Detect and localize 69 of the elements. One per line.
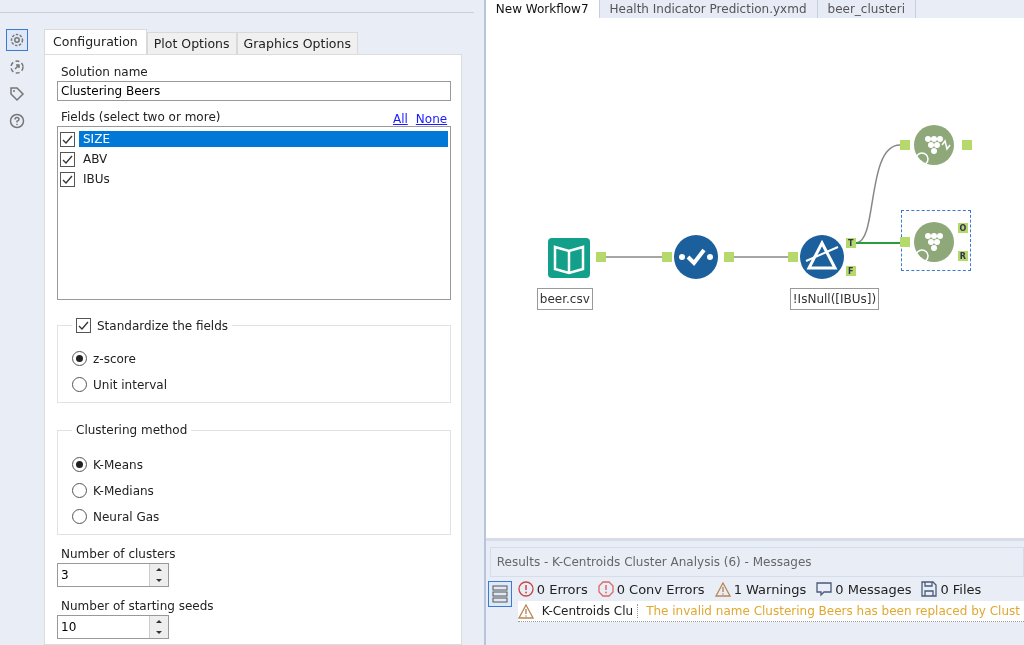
workflow-node[interactable]: T F xyxy=(788,225,859,286)
tab[interactable]: Configuration xyxy=(44,29,147,54)
solution-name-field[interactable]: Clustering Beers xyxy=(57,81,452,101)
checkbox[interactable] xyxy=(76,318,91,333)
warning-icon xyxy=(714,581,731,597)
number-spinner[interactable]: 3 xyxy=(57,563,169,587)
output-port[interactable]: T xyxy=(845,238,856,248)
help-icon xyxy=(9,113,25,129)
node-label: !IsNull([IBUs]) xyxy=(789,288,880,310)
checkbox-label: Standardize the fields xyxy=(97,318,229,333)
radio-button[interactable] xyxy=(72,509,87,524)
filter-label[interactable]: 0 Errors xyxy=(536,581,588,597)
checkbox[interactable] xyxy=(60,151,75,167)
field-label: Fields (select two or more) xyxy=(61,110,221,124)
radio-button[interactable] xyxy=(72,457,87,472)
link[interactable]: None xyxy=(415,112,448,126)
connector-line xyxy=(605,256,663,258)
field-label: Solution name xyxy=(61,65,149,79)
output-port[interactable]: R xyxy=(957,251,968,261)
tool-cell: K-Centroids Clu xyxy=(537,604,639,618)
radio-label: K-Means xyxy=(93,457,143,472)
input-port-icon[interactable] xyxy=(661,252,672,262)
settings-icon xyxy=(9,32,25,48)
link[interactable]: All xyxy=(392,112,408,126)
output-port[interactable]: F xyxy=(845,266,856,276)
error-icon xyxy=(597,581,614,597)
list-view-icon[interactable] xyxy=(487,581,512,607)
group-title: Clustering method xyxy=(76,423,188,437)
tag-icon xyxy=(9,86,25,102)
filter-label[interactable]: 0 Messages xyxy=(835,581,912,597)
filter-label[interactable]: 0 Files xyxy=(940,581,982,597)
tab[interactable]: Graphics Options xyxy=(236,32,358,54)
radio-button[interactable] xyxy=(72,351,87,366)
book-icon[interactable] xyxy=(546,235,591,279)
checkmark-circle-icon[interactable] xyxy=(673,235,718,279)
radio-button[interactable] xyxy=(72,483,87,498)
filter-label[interactable]: 1 Warnings xyxy=(733,581,807,597)
number-spinner[interactable]: 10 xyxy=(57,615,169,639)
workflow-tab[interactable]: New Workflow7 xyxy=(485,0,600,18)
input-port-icon[interactable] xyxy=(787,252,798,262)
input-port-icon[interactable] xyxy=(899,237,910,247)
list-item[interactable]: ABV xyxy=(79,151,449,167)
message-cell-text: The invalid name Clustering Beers has been replaced by Clust xyxy=(645,604,1021,618)
results-title: Results - K-Centroids Cluster Analysis (6) - Messages xyxy=(489,547,1024,577)
save-icon xyxy=(921,581,938,597)
warning-icon xyxy=(517,603,534,619)
prism-icon[interactable] xyxy=(799,235,844,279)
radio-label: z-score xyxy=(93,351,136,366)
grapes-chart-icon[interactable] xyxy=(911,123,956,167)
radio-label: Unit interval xyxy=(93,377,167,392)
tab[interactable]: Plot Options xyxy=(146,32,237,54)
radio-label: K-Medians xyxy=(93,483,154,498)
error-icon xyxy=(517,581,534,597)
input-port-icon[interactable] xyxy=(899,140,910,150)
list-item[interactable]: SIZE xyxy=(79,131,449,147)
list-item[interactable]: IBUs xyxy=(79,171,449,187)
radio-button[interactable] xyxy=(72,377,87,392)
field-label: Number of clusters xyxy=(61,547,177,561)
checkbox[interactable] xyxy=(60,171,75,187)
node-label: beer.csv xyxy=(536,288,593,310)
workflow-node[interactable]: O R xyxy=(900,210,971,271)
output-port[interactable]: O xyxy=(957,223,968,233)
radio-label: Neural Gas xyxy=(93,509,160,524)
grapes-icon[interactable] xyxy=(911,220,956,264)
field-label: Number of starting seeds xyxy=(61,599,215,613)
speech-bubble-icon xyxy=(816,581,833,597)
connector-line xyxy=(733,256,789,258)
checkbox[interactable] xyxy=(60,131,75,147)
filter-label[interactable]: 0 Conv Errors xyxy=(616,581,705,597)
